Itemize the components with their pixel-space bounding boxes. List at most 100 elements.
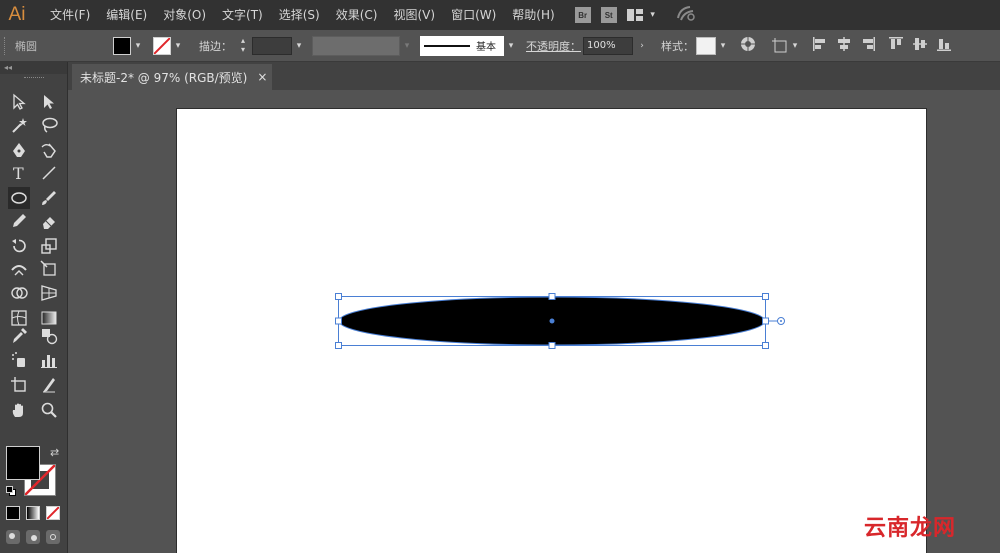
eyedropper-icon: [13, 328, 27, 343]
default-fill-stroke-icon[interactable]: [6, 486, 16, 496]
magic-wand-tool[interactable]: [8, 114, 30, 136]
scale-tool[interactable]: [38, 235, 60, 257]
zoom-tool[interactable]: [38, 399, 60, 421]
transform-icon[interactable]: ▾: [772, 37, 802, 54]
pencil-tool[interactable]: [8, 210, 30, 232]
chevron-down-icon[interactable]: ▾: [716, 41, 730, 51]
column-graph-icon: [41, 355, 57, 368]
align-bottom-icon[interactable]: [936, 36, 952, 56]
draw-normal-icon[interactable]: [6, 530, 20, 544]
chevron-down-icon[interactable]: ▾: [171, 41, 185, 51]
line-segment-tool[interactable]: [38, 162, 60, 184]
close-icon[interactable]: ×: [257, 70, 267, 84]
eyedropper-tool[interactable]: [8, 325, 30, 347]
chevron-down-icon: ▾: [792, 40, 798, 51]
chevron-down-icon[interactable]: ▾: [292, 41, 306, 51]
color-mode-icon[interactable]: [6, 506, 20, 520]
artboard[interactable]: [176, 108, 927, 553]
slice-tool[interactable]: [38, 374, 60, 396]
symbol-sprayer-tool[interactable]: [8, 349, 30, 371]
lasso-tool[interactable]: [38, 114, 60, 136]
tools-panel-grip: [24, 77, 44, 80]
menu-item[interactable]: 文字(T): [214, 0, 271, 30]
chevron-down-icon[interactable]: ▾: [131, 41, 145, 51]
fill-swatch[interactable]: [6, 446, 40, 480]
graphic-style-swatch[interactable]: [696, 36, 716, 55]
chevron-right-icon[interactable]: ›: [635, 41, 649, 51]
fill-stroke-widget: ⇄: [6, 446, 62, 500]
align-vertical-center-icon[interactable]: [912, 36, 928, 56]
tools-panel: ◂◂ T ⇄: [0, 62, 68, 553]
direct-selection-tool[interactable]: [38, 91, 60, 113]
workspace-switcher-icon[interactable]: ▾: [626, 9, 660, 21]
center-point-icon: [549, 318, 555, 324]
align-right-icon[interactable]: [860, 36, 876, 56]
menu-item[interactable]: 编辑(E): [98, 0, 155, 30]
stroke-label: 描边：: [199, 39, 232, 53]
ellipse-icon: [11, 192, 27, 204]
opacity-field[interactable]: 100%: [583, 36, 633, 55]
swap-fill-stroke-icon[interactable]: ⇄: [50, 446, 59, 459]
eraser-tool[interactable]: [38, 210, 60, 232]
menu-item[interactable]: 窗口(W): [443, 0, 504, 30]
variable-width-profile[interactable]: [312, 35, 400, 56]
symbol-sprayer-icon: [12, 352, 25, 367]
draw-inside-icon[interactable]: [46, 530, 60, 544]
chevron-down-icon[interactable]: ▾: [504, 41, 518, 51]
chevron-down-icon[interactable]: ▾: [400, 41, 414, 51]
selection-tool[interactable]: [8, 91, 30, 113]
shape-builder-tool[interactable]: [8, 282, 30, 304]
recolor-artwork-icon[interactable]: [740, 36, 756, 56]
align-left-icon[interactable]: [812, 36, 828, 56]
artboard-tool[interactable]: [8, 374, 30, 396]
stroke-weight-stepper[interactable]: ▴ ▾: [236, 36, 250, 56]
menu-item[interactable]: 效果(C): [328, 0, 386, 30]
fill-color-swatch[interactable]: [113, 36, 131, 55]
tools-panel-collapse-icon[interactable]: ◂◂: [0, 62, 67, 74]
stroke-weight-field[interactable]: [252, 36, 292, 55]
type-tool[interactable]: T: [8, 162, 30, 184]
pencil-icon: [13, 214, 26, 227]
none-mode-icon[interactable]: [46, 506, 60, 520]
menu-item[interactable]: 视图(V): [385, 0, 443, 30]
align-horizontal-center-icon[interactable]: [836, 36, 852, 56]
perspective-grid-icon: [41, 285, 57, 301]
menu-item[interactable]: 选择(S): [271, 0, 328, 30]
curvature-tool[interactable]: [38, 139, 60, 161]
chevron-down-icon: ▾: [650, 10, 655, 20]
svg-text:T: T: [13, 164, 24, 182]
paintbrush-tool[interactable]: [38, 187, 60, 209]
gradient-mode-icon[interactable]: [26, 506, 40, 520]
brush-definition-field[interactable]: 基本: [420, 35, 504, 56]
column-graph-tool[interactable]: [38, 349, 60, 371]
color-mode-buttons: [6, 506, 60, 520]
draw-behind-icon[interactable]: [26, 530, 40, 544]
free-transform-tool[interactable]: [38, 258, 60, 280]
document-tab[interactable]: 未标题-2* @ 97% (RGB/预览) ×: [72, 64, 272, 90]
direct-selection-icon: [44, 95, 54, 109]
hand-tool[interactable]: [8, 399, 30, 421]
ellipse-tool[interactable]: [8, 187, 30, 209]
bridge-icon[interactable]: Br: [574, 7, 591, 23]
rotate-tool[interactable]: [8, 235, 30, 257]
width-tool[interactable]: [8, 258, 30, 280]
align-top-icon[interactable]: [888, 36, 904, 56]
line-segment-icon: [42, 166, 56, 180]
perspective-grid-tool[interactable]: [38, 282, 60, 304]
document-tab-title: 未标题-2* @ 97% (RGB/预览): [80, 70, 248, 85]
sync-icon[interactable]: [676, 4, 696, 26]
opacity-label: 不透明度：: [526, 39, 581, 53]
brush-style-label: 基本: [476, 42, 496, 53]
blend-tool[interactable]: [38, 325, 60, 347]
stock-icon[interactable]: St: [600, 7, 617, 23]
menu-bar: Ai 文件(F) 编辑(E) 对象(O) 文字(T) 选择(S) 效果(C) 视图(V) 窗口…: [0, 0, 1000, 30]
canvas-area[interactable]: [68, 90, 1000, 553]
object-type-label: 椭圆: [15, 39, 37, 53]
menu-item[interactable]: 帮助(H): [504, 0, 562, 30]
free-transform-icon: [40, 260, 56, 276]
pie-widget-icon[interactable]: [768, 317, 785, 325]
stroke-color-swatch[interactable]: [153, 36, 171, 55]
menu-item[interactable]: 对象(O): [155, 0, 214, 30]
menu-item[interactable]: 文件(F): [42, 0, 98, 30]
pen-tool[interactable]: [8, 139, 30, 161]
